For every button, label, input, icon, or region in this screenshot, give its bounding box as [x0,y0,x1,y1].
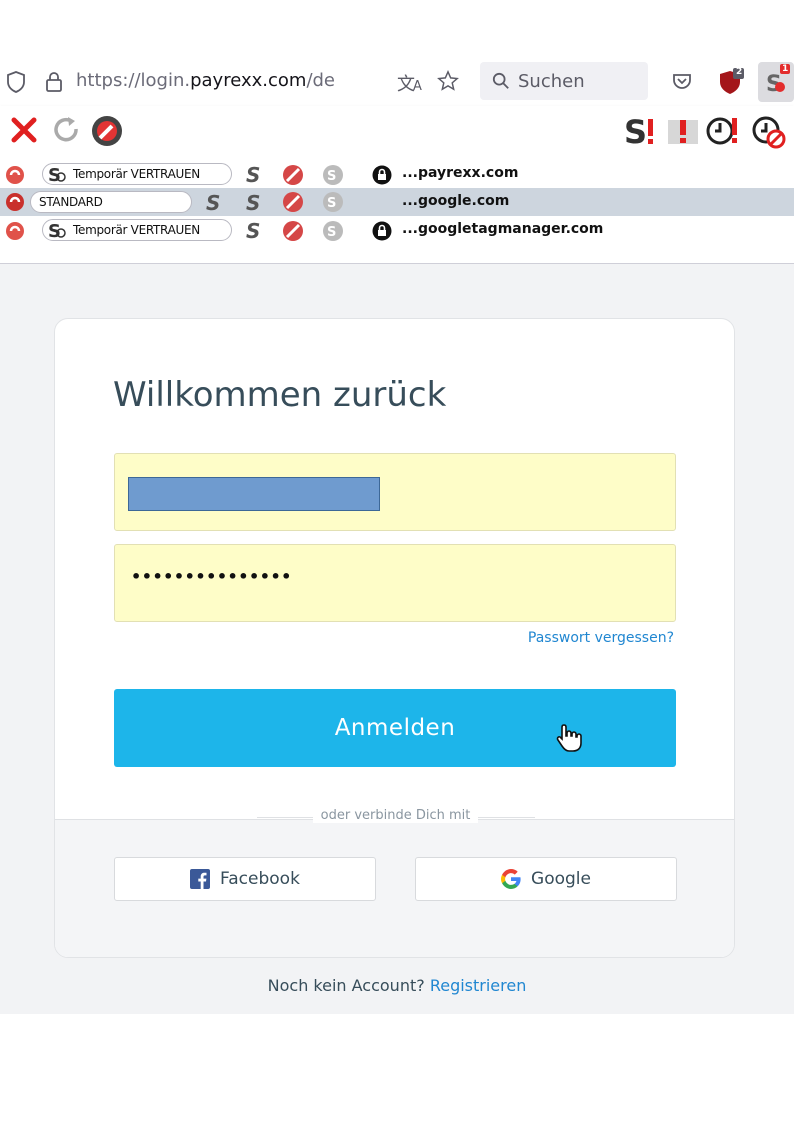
custom-icon[interactable]: S [322,164,344,190]
trust-preset-selector[interactable]: STANDARD [30,191,192,213]
revoke-temporary-icon[interactable] [706,115,740,151]
pocket-icon[interactable] [672,71,692,91]
reload-icon[interactable] [52,115,82,149]
hand-cursor-icon [555,723,583,757]
login-button-label: Anmelden [334,715,456,741]
translate-icon[interactable]: 文A [397,70,422,96]
noscript-badge: 1 [780,64,791,74]
preset-label: Temporär VERTRAUEN [73,167,200,181]
page-title: Willkommen zurück [113,375,447,415]
url-prefix: https://login. [76,70,191,91]
password-field[interactable]: ••••••••••••••• [114,544,676,622]
no-account-text: Noch kein Account? [267,976,425,995]
preset-label: Temporär VERTRAUEN [73,223,200,237]
login-page: Willkommen zurück ••••••••••••••• Passwo… [0,264,794,1014]
email-field[interactable] [114,453,676,531]
temp-trust-disabled-icon[interactable] [752,115,786,153]
temp-trust-icon[interactable]: S [206,191,220,215]
google-icon [501,869,521,889]
global-disable-icon[interactable]: S [624,113,660,153]
register-link[interactable]: Registrieren [430,976,527,995]
svg-text:S: S [327,225,336,240]
ublock-badge: 2 [736,67,743,77]
restrict-tab-icon[interactable] [666,116,700,150]
site-domain: ...googletagmanager.com [402,221,604,237]
trust-preset-selector[interactable]: S Temporär VERTRAUEN [42,163,232,185]
site-status-icon [5,165,25,189]
lock-icon[interactable] [44,71,64,93]
temp-trust-icon: S [48,165,66,183]
password-mask: ••••••••••••••• [131,567,292,586]
custom-icon[interactable]: S [322,191,344,217]
noscript-row-googletagmanager[interactable]: S Temporär VERTRAUEN S S ...googletagman… [0,216,794,244]
site-status-icon [5,221,25,245]
untrusted-icon[interactable] [282,220,304,246]
facebook-login-button[interactable]: Facebook [114,857,376,901]
trusted-s-icon[interactable]: S [246,163,260,187]
login-button[interactable]: Anmelden [114,689,676,767]
url-suffix: /de [306,70,336,91]
untrusted-icon[interactable] [282,191,304,217]
page: https://login.payrexx.com/de 文A Suchen 2… [0,0,794,1123]
email-value-redacted [128,477,380,511]
search-placeholder: Suchen [518,70,585,92]
ublock-extension-icon[interactable]: 2 [718,67,744,95]
google-login-button[interactable]: Google [415,857,677,901]
url-bar[interactable]: https://login.payrexx.com/de [76,70,335,91]
social-divider-label: oder verbinde Dich mit [312,808,479,823]
custom-icon[interactable]: S [322,220,344,246]
register-prompt: Noch kein Account? Registrieren [0,976,794,995]
noscript-extension-icon[interactable]: S 1 [758,62,794,102]
google-label: Google [531,869,591,889]
noscript-row-payrexx[interactable]: S Temporär VERTRAUEN S S ...payrexx.com [0,160,794,188]
https-lock-icon [372,165,392,189]
trusted-s-icon[interactable]: S [246,219,260,243]
site-domain: ...payrexx.com [402,165,519,181]
browser-toolbar: https://login.payrexx.com/de 文A Suchen 2… [0,58,794,106]
forgot-password-link[interactable]: Passwort vergessen? [528,630,674,646]
site-domain: ...google.com [402,193,510,209]
https-lock-icon [372,221,392,245]
trusted-s-icon[interactable]: S [246,191,260,215]
login-card: Willkommen zurück ••••••••••••••• Passwo… [54,318,735,958]
preset-label: STANDARD [39,195,103,209]
search-box[interactable]: Suchen [480,62,648,100]
svg-text:S: S [624,113,647,149]
svg-text:S: S [327,169,336,184]
facebook-label: Facebook [220,869,300,889]
social-divider: oder verbinde Dich mit [55,808,734,823]
url-domain: payrexx.com [190,70,307,91]
bookmark-star-icon[interactable] [437,70,459,92]
noscript-panel: S S Temporär VERTRAUEN S S ...payrexx.co… [0,106,794,264]
site-status-icon [5,192,25,216]
trust-preset-selector[interactable]: S Temporär VERTRAUEN [42,219,232,241]
temp-trust-icon: S [48,221,66,239]
svg-text:S: S [327,196,336,211]
close-icon[interactable] [10,116,38,148]
noscript-header: S [0,106,794,156]
noscript-row-google[interactable]: STANDARD S S S ...google.com [0,188,794,216]
facebook-icon [190,869,211,889]
untrusted-icon[interactable] [282,164,304,190]
options-wrench-icon[interactable] [90,114,124,152]
search-icon [492,72,510,90]
tracking-protection-icon[interactable] [6,71,26,93]
